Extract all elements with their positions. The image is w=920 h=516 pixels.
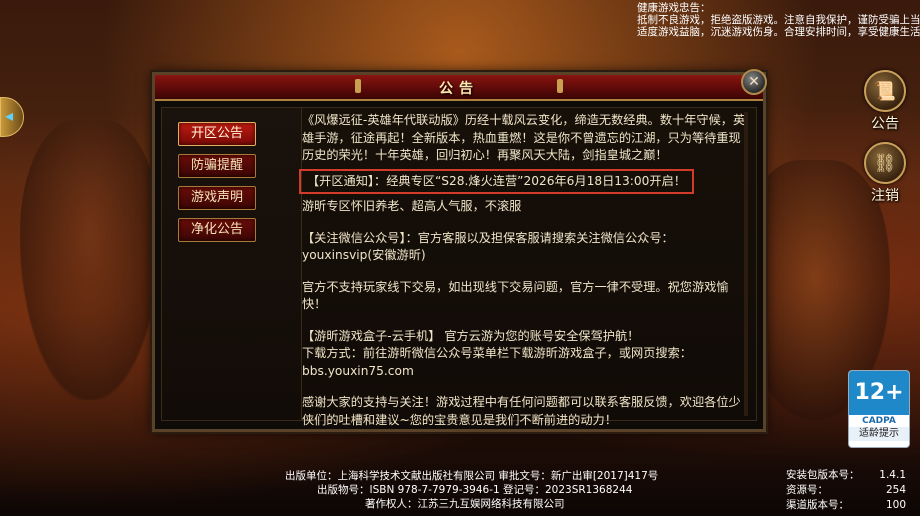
open-notice-text: 【开区通知】：经典专区“S28.烽火连营”2026年6月18日13:00开启！ (307, 173, 686, 188)
logout-button[interactable]: ⛓ 注销 (864, 142, 906, 205)
open-notice-box: 【开区通知】：经典专区“S28.烽火连营”2026年6月18日13:00开启！ (299, 168, 694, 194)
tab-anti-fraud[interactable]: 防骗提醒 (178, 154, 256, 178)
logout-label: 注销 (871, 188, 899, 204)
channel-version-label: 渠道版本号： (786, 499, 849, 511)
side-menu-icon: ◂ (5, 106, 14, 125)
announcement-panel: 公告 ✕ 开区公告 防骗提醒 游戏声明 净化公告 《风爆远征-英雄年代联动版》历… (152, 69, 767, 432)
resource-value: 254 (885, 484, 906, 496)
announce-button[interactable]: 📜 公告 (864, 70, 906, 133)
announce-label: 公告 (871, 116, 899, 132)
install-version-value: 1.4.1 (879, 469, 906, 481)
resource-label: 资源号： (786, 484, 828, 496)
intro-text: 《风爆远征-英雄年代联动版》历经十载风云变化，缔造无数经典。数十年守候，英雄手游… (302, 113, 746, 162)
panel-title: 公告 (439, 81, 479, 97)
tab-game-statement[interactable]: 游戏声明 (178, 186, 256, 210)
health-notice-line1: 抵制不良游戏，拒绝盗版游戏。注意自我保护，谨防受骗上当。 (637, 14, 920, 26)
install-version-label: 安装包版本号： (786, 469, 860, 481)
tab-open-zone[interactable]: 开区公告 (178, 122, 256, 146)
health-notice: 健康游戏忠告： 抵制不良游戏，拒绝盗版游戏。注意自我保护，谨防受骗上当。 适度游… (637, 2, 920, 38)
close-icon[interactable]: ✕ (741, 69, 767, 95)
title-ornament-right (557, 79, 563, 93)
announcement-content[interactable]: 《风爆远征-英雄年代联动版》历经十载风云变化，缔造无数经典。数十年守候，英雄手游… (299, 107, 757, 427)
scroll-icon: 📜 (864, 70, 906, 112)
age-rating-badge[interactable]: 12+ CADPA 适龄提示 (848, 370, 910, 448)
panel-titlebar: 公告 ✕ (155, 69, 767, 101)
age-rating-tip: 适龄提示 (849, 427, 909, 441)
publication-info: 出版单位：上海科学技术文献出版社有限公司 审批文号：新广出审[2017]417号… (285, 469, 659, 511)
health-notice-title: 健康游戏忠告： (637, 2, 711, 14)
publication-line2: 出版物号：ISBN 978-7-7979-3946-1 登记号：2023SR13… (317, 484, 633, 496)
publication-line3: 著作权人：江苏三九互娱网络科技有限公司 (365, 498, 565, 510)
box-download-text: 下载方式：前往游昕微信公众号菜单栏下载游昕游戏盒子，或网页搜索：bbs.youx… (302, 346, 692, 378)
tab-cleanup-notice[interactable]: 净化公告 (178, 218, 256, 242)
age-rating-number: 12+ (849, 371, 909, 415)
box-title-text: 【游昕游戏盒子-云手机】 官方云游为您的账号安全保驾护航！ (302, 328, 640, 343)
tab-column: 开区公告 防骗提醒 游戏声明 净化公告 (161, 107, 311, 421)
zone-info-text: 游昕专区怀旧养老、超高人气服，不滚服 (302, 199, 522, 213)
age-rating-org: CADPA (862, 416, 896, 426)
health-notice-line2: 适度游戏益脑，沉迷游戏伤身。合理安排时间，享受健康生活。 (637, 26, 920, 38)
version-info: 安装包版本号： 1.4.1 资源号： 254 渠道版本号： 100 (786, 468, 906, 513)
thanks-text: 感谢大家的支持与关注！游戏过程中有任何问题都可以联系客服反馈，欢迎各位少侠们的吐… (302, 395, 741, 427)
no-trade-text: 官方不支持玩家线下交易，如出现线下交易问题，官方一律不受理。祝您游戏愉快！ (302, 279, 729, 312)
announcement-text: 《风爆远征-英雄年代联动版》历经十载风云变化，缔造无数经典。数十年守候，英雄手游… (299, 112, 750, 429)
link-icon: ⛓ (864, 142, 906, 184)
publication-line1: 出版单位：上海科学技术文献出版社有限公司 审批文号：新广出审[2017]417号 (285, 470, 659, 482)
content-scrollbar[interactable] (744, 112, 748, 416)
warrior-art-left (20, 120, 160, 400)
channel-version-value: 100 (885, 499, 906, 511)
wechat-text: 【关注微信公众号】：官方客服以及担保客服请搜索关注微信公众号：youxinsvi… (302, 230, 674, 263)
